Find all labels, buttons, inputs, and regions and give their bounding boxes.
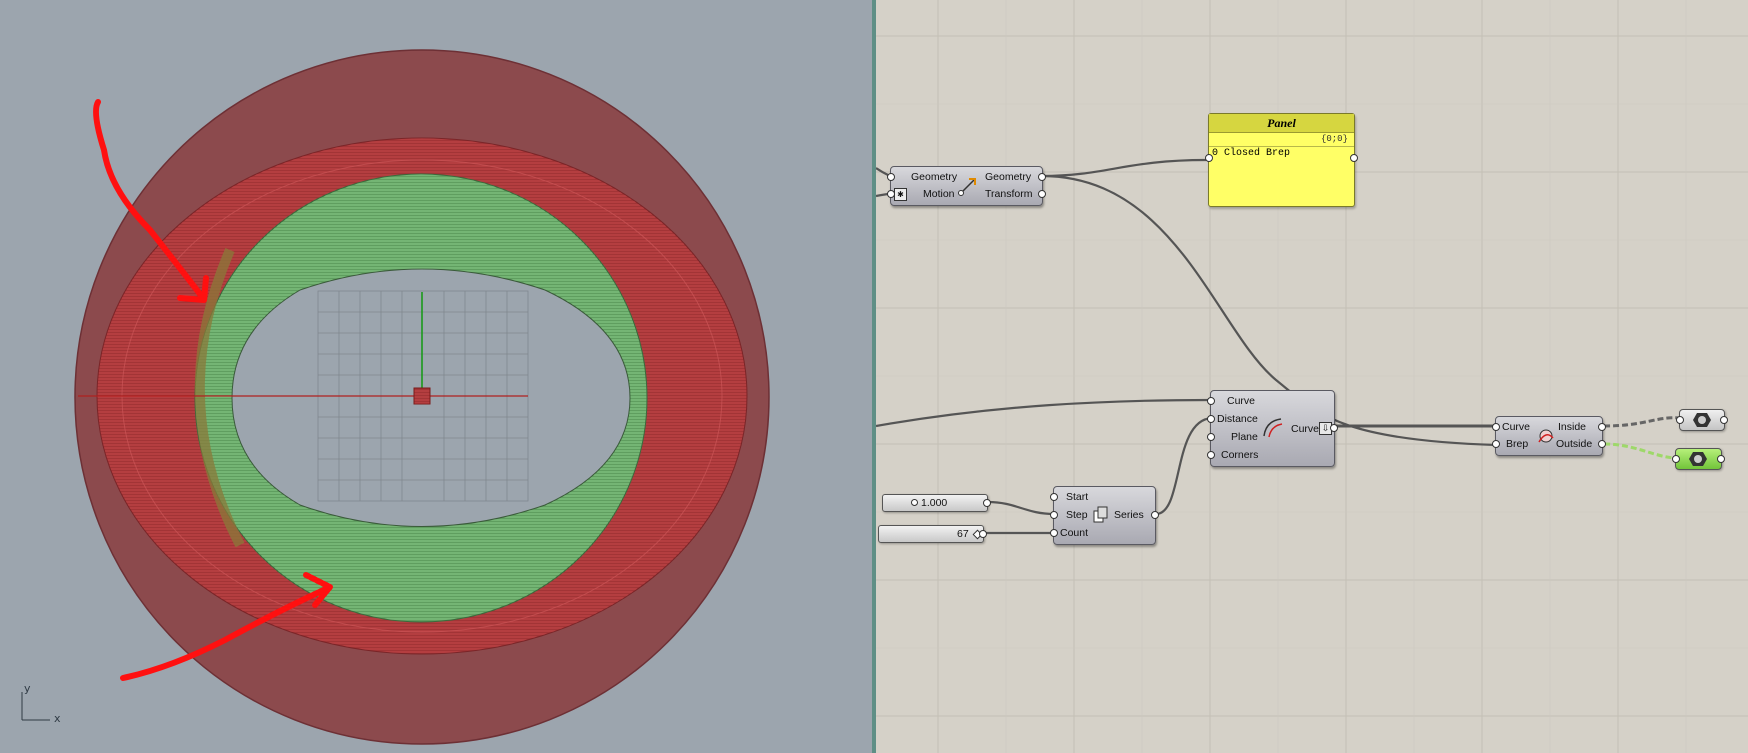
origin-marker (413, 387, 431, 405)
offset-curve-icon (1263, 418, 1283, 438)
outside-param-output-port[interactable] (1717, 455, 1725, 463)
inside-param-output-port[interactable] (1720, 416, 1728, 424)
series-input-start-label: Start (1066, 491, 1089, 503)
slider-grip-icon[interactable] (911, 499, 918, 506)
move-output-transform-label: Transform (985, 188, 1033, 200)
panel-component[interactable]: Panel {0;0} 0 Closed Brep (1205, 113, 1358, 207)
series-input-step-port[interactable] (1050, 511, 1058, 519)
offset-input-curve-port[interactable] (1207, 397, 1215, 405)
move-component[interactable]: Geometry Motion ✱ Geometry Transform (887, 166, 1046, 206)
offset-input-corners-label: Corners (1221, 449, 1259, 461)
inner-hole (231, 268, 631, 527)
inside-param-input-port[interactable] (1676, 416, 1684, 424)
move-output-geometry-label: Geometry (985, 171, 1032, 183)
offset-input-plane-port[interactable] (1207, 433, 1215, 441)
step-slider-output-port[interactable] (983, 499, 991, 507)
count-number-slider[interactable]: 67 (878, 525, 987, 543)
move-input-geometry-port[interactable] (887, 173, 895, 181)
panel-output-port[interactable] (1350, 154, 1358, 162)
move-output-transform-port[interactable] (1038, 190, 1046, 198)
trim-output-inside-label: Inside (1558, 421, 1587, 433)
trim-input-curve-port[interactable] (1492, 423, 1500, 431)
viewport-scene (21, 49, 770, 745)
wire-geometry-to-panel (1041, 158, 1207, 178)
step-number-slider[interactable]: 1.000 (882, 494, 991, 512)
wire-outside-preview (1603, 442, 1678, 460)
outside-param-input-port[interactable] (1672, 455, 1680, 463)
curve-param-icon (1689, 452, 1707, 466)
count-slider-value: 67 (957, 528, 969, 540)
trim-input-brep-label: Brep (1506, 438, 1529, 450)
trim-output-outside-label: Outside (1556, 438, 1593, 450)
series-input-count-label: Count (1060, 527, 1089, 539)
offset-curve-component[interactable]: Curve Distance Plane Corners Curve ⇩ (1207, 390, 1338, 467)
move-output-geometry-port[interactable] (1038, 173, 1046, 181)
wire-step-slider (987, 500, 1055, 516)
offset-output-curve-port[interactable] (1330, 424, 1338, 432)
panel-path: {0;0} (1209, 133, 1354, 147)
panel-row-text: Closed Brep (1224, 148, 1291, 159)
wire-series-to-distance (1155, 416, 1213, 516)
offset-input-distance-port[interactable] (1207, 415, 1215, 423)
trim-output-outside-port[interactable] (1598, 440, 1606, 448)
wire-incoming-curve (876, 398, 1212, 428)
offset-input-plane-label: Plane (1231, 431, 1258, 443)
axis-gizmo-x-label: x (54, 712, 61, 725)
wire-inside-preview (1603, 416, 1682, 428)
wire-incoming-top (876, 167, 889, 176)
panel-row: 0 Closed Brep (1209, 147, 1354, 160)
panel-title: Panel (1209, 114, 1354, 133)
curve-param-icon (1693, 413, 1711, 427)
outside-curve-param-selected[interactable] (1672, 448, 1725, 470)
count-slider-output-port[interactable] (979, 530, 987, 538)
series-icon (1093, 506, 1108, 523)
trim-input-brep-port[interactable] (1492, 440, 1500, 448)
series-input-step-label: Step (1066, 509, 1088, 521)
series-output-label: Series (1114, 509, 1144, 521)
move-arrow-icon (958, 178, 976, 196)
series-input-start-port[interactable] (1050, 493, 1058, 501)
trim-output-inside-port[interactable] (1598, 423, 1606, 431)
series-component[interactable]: Start Step Count Series (1050, 486, 1159, 545)
series-output-port[interactable] (1151, 511, 1159, 519)
rhino-viewport[interactable]: y x (0, 0, 872, 753)
inside-curve-param[interactable] (1676, 409, 1728, 431)
trim-with-brep-component[interactable]: Curve Brep Inside Outside (1492, 416, 1606, 456)
axis-gizmo-y-label: y (24, 682, 31, 695)
trim-containment-icon (1538, 429, 1554, 443)
series-input-count-port[interactable] (1050, 529, 1058, 537)
move-input-motion-label: Motion (923, 188, 955, 200)
panel-input-port[interactable] (1205, 154, 1213, 162)
step-slider-value: 1.000 (921, 497, 948, 509)
offset-input-distance-label: Distance (1217, 413, 1258, 425)
move-input-geometry-label: Geometry (911, 171, 958, 183)
vector-param-icon: ✱ (894, 188, 907, 201)
offset-output-curve-label: Curve (1291, 423, 1320, 435)
offset-input-corners-port[interactable] (1207, 451, 1215, 459)
axis-gizmo (21, 692, 50, 721)
offset-input-curve-label: Curve (1227, 395, 1256, 407)
trim-input-curve-label: Curve (1502, 421, 1531, 433)
